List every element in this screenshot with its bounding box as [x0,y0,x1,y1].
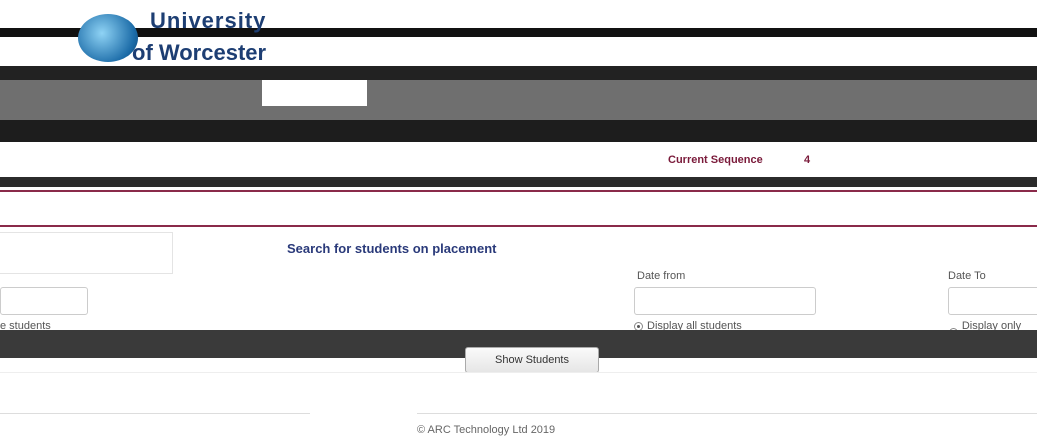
tab-bar[interactable] [0,196,1037,218]
search-title: Search for students on placement [287,241,497,256]
left-filter-panel [0,232,173,274]
current-sequence-label: Current Sequence [668,154,763,166]
footer-divider-left [0,413,310,414]
date-to-label: Date To [948,270,986,282]
tab-bar-top-border [0,190,1037,192]
page-banner [0,80,1037,120]
header-divider [0,66,1037,80]
date-from-label: Date from [637,270,686,282]
results-area [0,372,1037,395]
section-divider [0,177,1037,187]
logo-text-university: University [150,8,267,33]
footer-copyright: © ARC Technology Ltd 2019 [417,424,556,436]
tab-bar-bottom-border [0,225,1037,227]
placement-info-row [0,120,1037,142]
banner-tab [262,80,367,106]
show-students-button[interactable]: Show Students [465,347,599,373]
footer-divider-right [417,413,1037,414]
university-logo-icon [78,14,138,62]
left-filter-input[interactable] [0,287,88,315]
logo-text-worcester: of Worcester [132,40,267,65]
date-to-input[interactable] [948,287,1037,315]
current-sequence-value: 4 [804,154,811,166]
date-from-input[interactable] [634,287,816,315]
